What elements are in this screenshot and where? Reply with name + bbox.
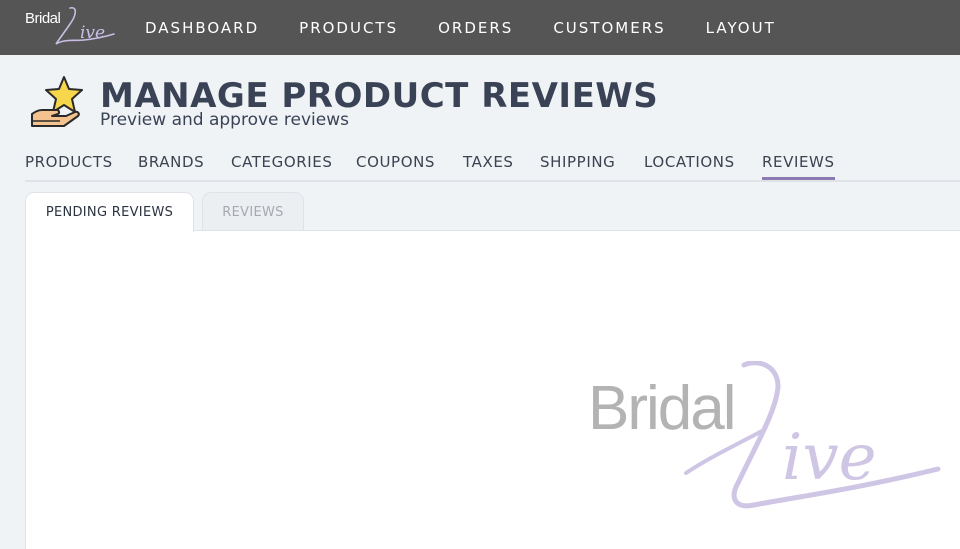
main-nav: DASHBOARD PRODUCTS ORDERS CUSTOMERS LAYO… [145,0,816,55]
tab-brands[interactable]: BRANDS [138,153,204,177]
tab-coupons[interactable]: COUPONS [356,153,435,177]
tab-categories[interactable]: CATEGORIES [231,153,333,177]
top-navigation-bar: Bridal ive DASHBOARD PRODUCTS ORDERS CUS… [0,0,960,55]
svg-text:ive: ive [80,23,105,43]
reviews-panel: Bridal ive [25,230,960,549]
tab-products[interactable]: PRODUCTS [25,153,113,177]
subtab-reviews[interactable]: REVIEWS [202,192,304,231]
svg-text:ive: ive [782,421,877,495]
logo-script-mark: ive [55,6,115,45]
nav-layout[interactable]: LAYOUT [706,19,776,37]
tab-taxes[interactable]: TAXES [463,153,514,177]
tab-locations[interactable]: LOCATIONS [644,153,735,177]
nav-customers[interactable]: CUSTOMERS [553,19,665,37]
nav-orders[interactable]: ORDERS [438,19,513,37]
nav-products[interactable]: PRODUCTS [299,19,398,37]
page-subtitle: Preview and approve reviews [100,110,349,130]
tab-reviews[interactable]: REVIEWS [762,153,835,180]
bridallive-watermark-logo: Bridal ive [588,361,941,509]
tab-shipping[interactable]: SHIPPING [540,153,615,177]
bridallive-logo[interactable]: Bridal ive [24,4,116,48]
star-in-hand-icon [31,76,83,127]
svg-text:Bridal: Bridal [588,374,735,443]
section-tabs: PRODUCTS BRANDS CATEGORIES COUPONS TAXES… [25,150,960,182]
subtab-pending-reviews[interactable]: PENDING REVIEWS [25,192,194,232]
nav-dashboard[interactable]: DASHBOARD [145,19,259,37]
